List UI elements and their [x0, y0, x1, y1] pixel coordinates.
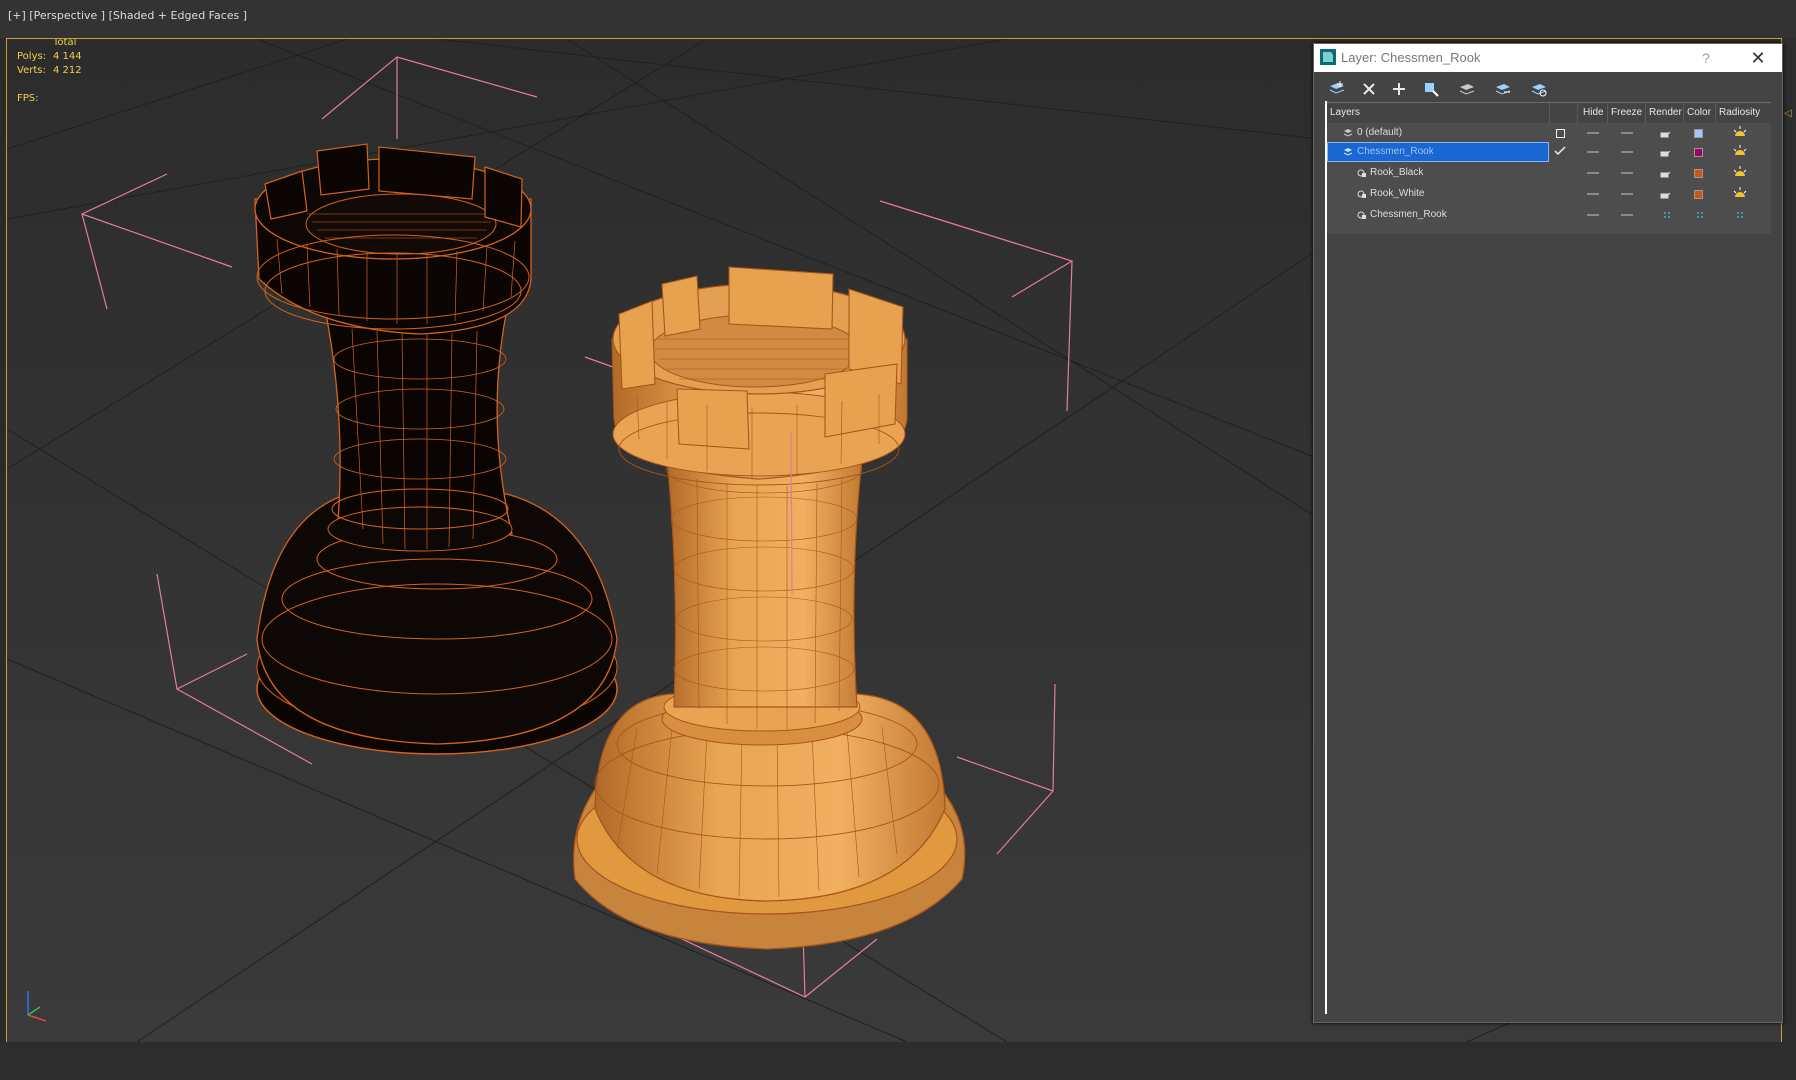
object-name[interactable]: Chessmen_Rook — [1370, 209, 1447, 220]
hide-toggle[interactable] — [1587, 172, 1599, 174]
radiosity-sun-icon[interactable] — [1733, 166, 1747, 178]
viewport-label[interactable]: [+] [Perspective ] [Shaded + Edged Faces… — [8, 9, 247, 22]
object-color-swatch[interactable] — [1694, 190, 1703, 199]
layer-row-chessmen-rook[interactable]: Chessmen_Rook — [1327, 142, 1771, 163]
freeze-all-button[interactable] — [1526, 76, 1552, 102]
checkmark-icon[interactable] — [1554, 146, 1566, 156]
highlight-layer-button[interactable] — [1454, 76, 1480, 102]
layer-color-swatch[interactable] — [1694, 129, 1703, 138]
object-row-chessmen-rook[interactable]: Chessmen_Rook — [1327, 205, 1771, 226]
layer-name[interactable]: Chessmen_Rook — [1357, 146, 1434, 157]
close-button[interactable]: ✕ — [1744, 47, 1772, 69]
current-layer-checkbox[interactable] — [1556, 129, 1565, 138]
col-hide[interactable]: Hide — [1583, 107, 1604, 118]
stats-fps-label: FPS: — [17, 93, 39, 104]
object-color-swatch[interactable] — [1694, 169, 1703, 178]
radiosity-sun-icon[interactable] — [1733, 126, 1747, 138]
layer-icon — [1343, 148, 1353, 156]
freeze-toggle[interactable] — [1621, 172, 1633, 174]
select-objects-button[interactable] — [1418, 76, 1444, 102]
freeze-toggle[interactable] — [1621, 214, 1633, 216]
layer-list-panel: Layers Hide Freeze Render Color Radiosit… — [1325, 101, 1771, 1014]
axis-tripod-icon — [27, 991, 47, 1022]
add-to-layer-icon — [1393, 83, 1405, 95]
layer-name[interactable]: 0 (default) — [1357, 127, 1402, 138]
render-teapot-icon[interactable] — [1659, 169, 1671, 179]
object-icon — [1357, 169, 1366, 177]
freeze-toggle[interactable] — [1621, 132, 1633, 134]
object-name[interactable]: Rook_White — [1370, 188, 1424, 199]
dialog-title: Layer: Chessmen_Rook — [1341, 50, 1481, 65]
color-dots-icon[interactable] — [1696, 211, 1704, 219]
delete-layer-icon — [1363, 83, 1375, 95]
viewport-top-bar: [+] [Perspective ] [Shaded + Edged Faces… — [0, 0, 1796, 38]
radiosity-sun-icon[interactable] — [1733, 187, 1747, 199]
object-name[interactable]: Rook_Black — [1370, 167, 1423, 178]
freeze-all-icon — [1531, 84, 1547, 97]
layer-toolbar — [1314, 74, 1782, 104]
max-viewport-window: [+] [Perspective ] [Shaded + Edged Faces… — [0, 0, 1796, 1080]
render-teapot-icon[interactable] — [1659, 190, 1671, 200]
freeze-toggle[interactable] — [1621, 151, 1633, 153]
col-layers[interactable]: Layers — [1330, 107, 1360, 118]
hide-toggle[interactable] — [1587, 151, 1599, 153]
delete-layer-button[interactable] — [1356, 76, 1382, 102]
render-teapot-icon[interactable] — [1659, 129, 1671, 139]
hide-toggle[interactable] — [1587, 132, 1599, 134]
stats-total-label: Total — [53, 38, 77, 48]
create-layer-button[interactable] — [1324, 76, 1350, 102]
layer-row-default[interactable]: 0 (default) — [1327, 123, 1771, 144]
object-icon — [1357, 190, 1366, 198]
col-color[interactable]: Color — [1687, 107, 1711, 118]
layer-list-header: Layers Hide Freeze Render Color Radiosit… — [1327, 102, 1771, 124]
viewport-right-edge: ◁ ◁ — [1782, 38, 1796, 1054]
layer-icon — [1343, 129, 1353, 137]
app-icon — [1320, 49, 1336, 65]
render-teapot-icon[interactable] — [1659, 148, 1671, 158]
help-button[interactable]: ? — [1694, 47, 1718, 69]
object-row-rook-black[interactable]: Rook_Black — [1327, 163, 1771, 184]
add-to-layer-button[interactable] — [1386, 76, 1412, 102]
stats-verts-value: 4 212 — [53, 65, 82, 76]
stats-verts-label: Verts: — [17, 65, 46, 76]
object-row-rook-white[interactable]: Rook_White — [1327, 184, 1771, 205]
layer-list: 0 (default) Chessmen_Rook Rook_Black Roo… — [1327, 123, 1771, 234]
stats-polys-value: 4 144 — [53, 51, 82, 62]
col-render[interactable]: Render — [1649, 107, 1682, 118]
freeze-toggle[interactable] — [1621, 193, 1633, 195]
highlight-layer-icon — [1459, 84, 1475, 95]
render-dots-icon[interactable] — [1663, 211, 1671, 219]
hide-toggle[interactable] — [1587, 214, 1599, 216]
stats-polys-label: Polys: — [17, 51, 47, 62]
col-radiosity[interactable]: Radiosity — [1719, 107, 1760, 118]
collapse-arrow-icon[interactable]: ◁ — [1784, 108, 1792, 119]
dialog-title-bar[interactable]: Layer: Chessmen_Rook ? ✕ — [1314, 44, 1782, 72]
create-layer-icon — [1329, 81, 1345, 94]
layer-color-swatch[interactable] — [1694, 148, 1703, 157]
hide-all-icon — [1495, 84, 1511, 95]
hide-toggle[interactable] — [1587, 193, 1599, 195]
col-freeze[interactable]: Freeze — [1611, 107, 1642, 118]
select-objects-icon — [1425, 83, 1439, 97]
radiosity-dots-icon[interactable] — [1736, 211, 1744, 219]
object-icon — [1357, 211, 1366, 219]
radiosity-sun-icon[interactable] — [1733, 145, 1747, 157]
layer-dialog: Layer: Chessmen_Rook ? ✕ Layers Hide Fre… — [1313, 43, 1783, 1023]
hide-all-button[interactable] — [1490, 76, 1516, 102]
bottom-bar — [0, 1042, 1796, 1080]
